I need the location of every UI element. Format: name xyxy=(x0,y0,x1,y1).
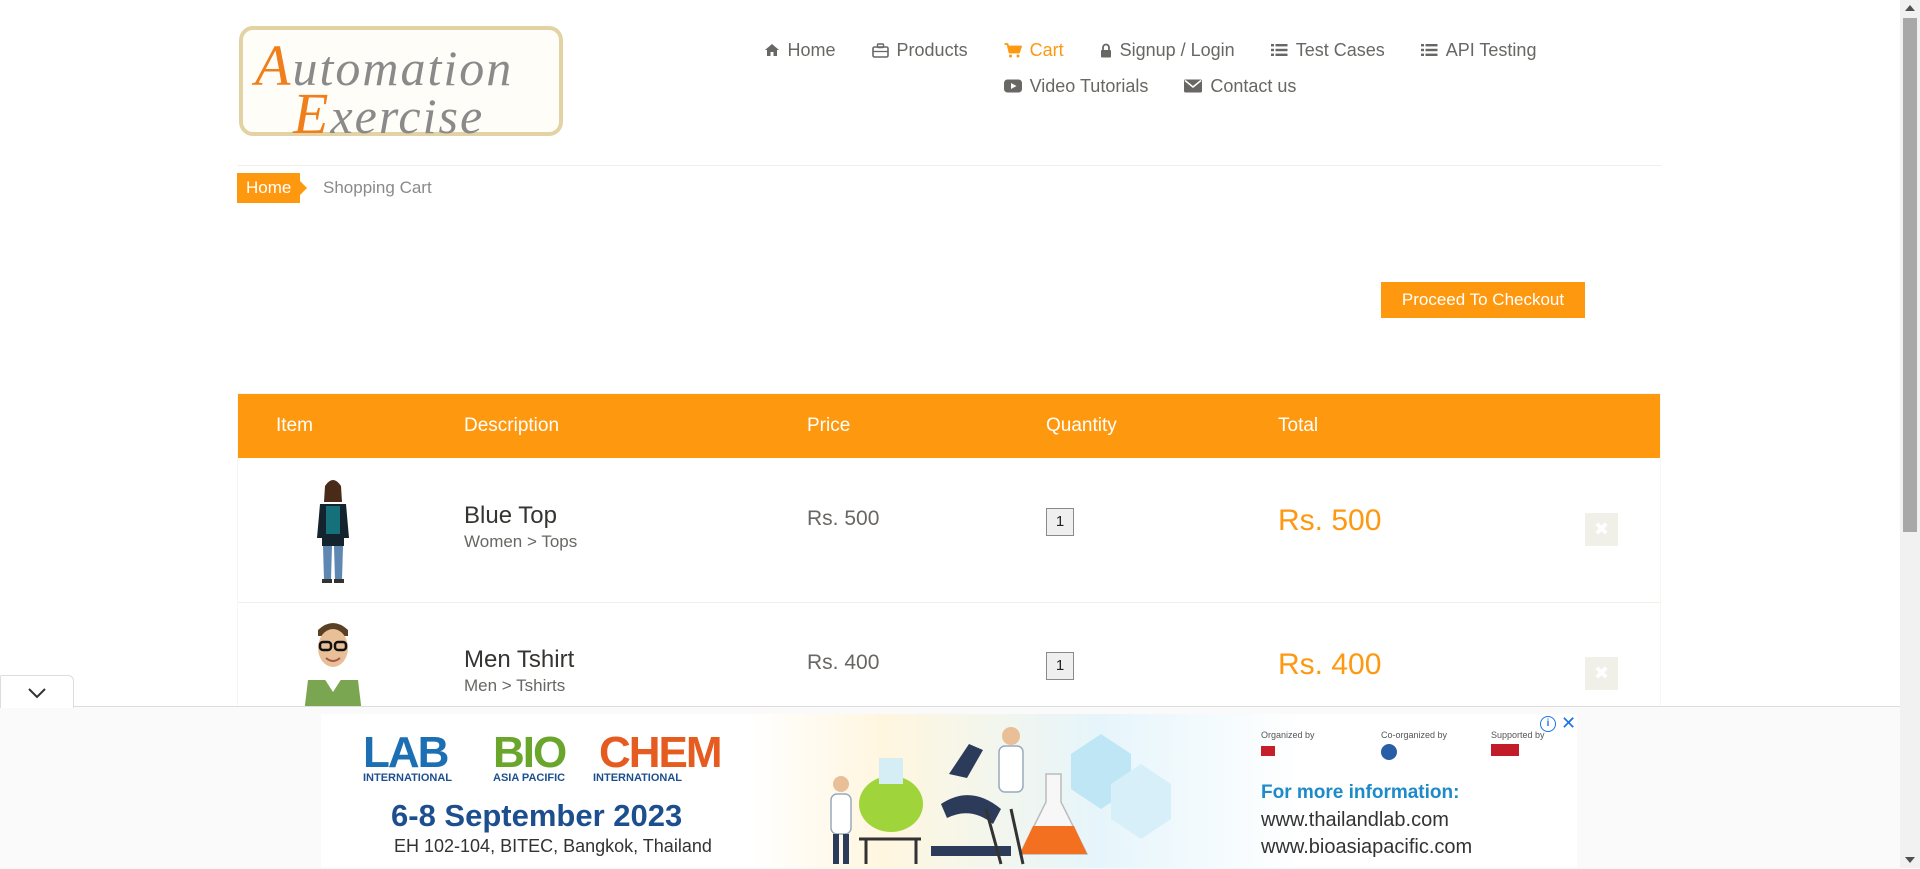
chevron-down-icon xyxy=(28,688,46,699)
ad-supporter-logo xyxy=(1491,744,1519,756)
ad-collapse-button[interactable] xyxy=(0,675,74,708)
nav-test-cases-label: Test Cases xyxy=(1295,39,1385,60)
header-quantity: Quantity xyxy=(1046,415,1117,436)
product-name-link[interactable]: Blue Top xyxy=(464,502,557,530)
nav-products[interactable]: Products xyxy=(871,36,968,64)
header-divider xyxy=(237,165,1661,166)
cart-table-header: Item Description Price Quantity Total xyxy=(238,394,1660,458)
page-scrollbar[interactable] xyxy=(1900,0,1920,868)
product-name-link[interactable]: Men Tshirt xyxy=(464,646,574,674)
list-icon xyxy=(1270,44,1288,56)
nav-contact-us-label: Contact us xyxy=(1210,75,1297,96)
nav-row-1: Home Products Cart Signup / Login Test C… xyxy=(740,36,1560,64)
nav-test-cases[interactable]: Test Cases xyxy=(1270,36,1385,64)
ad-organizer-logo xyxy=(1261,746,1275,756)
header-item: Item xyxy=(276,415,313,436)
nav-cart-label: Cart xyxy=(1029,39,1064,60)
product-total: Rs. 500 xyxy=(1278,504,1382,537)
ad-lab-logo: LAB xyxy=(363,728,449,777)
cart-row: Men Tshirt Men > Tshirts Rs. 400 1 Rs. 4… xyxy=(238,602,1660,709)
product-image-blue-top[interactable] xyxy=(298,476,368,586)
envelope-icon xyxy=(1184,79,1203,93)
nav-api-testing[interactable]: API Testing xyxy=(1420,36,1537,64)
breadcrumb-current: Shopping Cart xyxy=(323,178,432,197)
ad-info-icon[interactable]: i xyxy=(1540,716,1556,732)
cart-row: Blue Top Women > Tops Rs. 500 1 Rs. 500 … xyxy=(238,458,1660,603)
ad-chem-sub: INTERNATIONAL xyxy=(593,772,683,784)
ad-bio-sub: ASIA PACIFIC xyxy=(493,772,566,784)
nav-home[interactable]: Home xyxy=(764,36,836,64)
ad-lab-sub: INTERNATIONAL xyxy=(363,772,453,784)
ad-chem-logo: CHEM xyxy=(599,728,723,777)
product-image-men-tshirt[interactable] xyxy=(298,620,368,709)
home-icon xyxy=(764,44,779,56)
ad-more-info: For more information: xyxy=(1261,782,1460,803)
ad-bio-logo: BIO xyxy=(493,728,567,777)
scrollbar-thumb[interactable] xyxy=(1903,18,1917,532)
ad-url-thailandlab[interactable]: www.thailandlab.com xyxy=(1261,809,1449,832)
header-description: Description xyxy=(464,415,560,436)
nav-products-label: Products xyxy=(896,39,968,60)
nav-home-label: Home xyxy=(787,39,836,60)
lock-icon xyxy=(1100,43,1111,57)
nav-contact-us[interactable]: Contact us xyxy=(1184,72,1296,100)
nav-row-2: Video Tutorials Contact us xyxy=(740,72,1560,100)
scroll-up-arrow-icon[interactable] xyxy=(1905,5,1915,11)
ad-lab-illustration xyxy=(830,727,1171,865)
ad-close-icon[interactable]: ✕ xyxy=(1561,713,1576,734)
ad-url-bioasiapacific[interactable]: www.bioasiapacific.com xyxy=(1261,836,1472,859)
breadcrumb-home-link[interactable]: Home xyxy=(237,173,308,203)
delete-item-button[interactable]: ✖ xyxy=(1585,657,1618,690)
product-category: Women > Tops xyxy=(464,532,578,551)
product-price: Rs. 500 xyxy=(807,507,880,530)
proceed-to-checkout-button[interactable]: Proceed To Checkout xyxy=(1381,282,1585,318)
nav-video-tutorials-label: Video Tutorials xyxy=(1029,75,1149,96)
nav-video-tutorials[interactable]: Video Tutorials xyxy=(1003,72,1149,100)
ad-co-organized-by: Co-organized by xyxy=(1381,730,1448,740)
nav-signup-login-label: Signup / Login xyxy=(1119,39,1235,60)
product-category: Men > Tshirts xyxy=(464,676,566,695)
ad-organized-by: Organized by xyxy=(1261,730,1315,740)
ad-venue: EH 102-104, BITEC, Bangkok, Thailand xyxy=(394,836,712,856)
delete-item-button[interactable]: ✖ xyxy=(1585,513,1618,546)
product-price: Rs. 400 xyxy=(807,651,880,674)
nav-signup-login[interactable]: Signup / Login xyxy=(1100,36,1235,64)
quantity-box[interactable]: 1 xyxy=(1046,508,1074,536)
list-icon xyxy=(1420,44,1438,56)
ad-banner[interactable]: LAB INTERNATIONAL BIO ASIA PACIFIC CHEM … xyxy=(321,714,1577,868)
ad-dates: 6-8 September 2023 xyxy=(391,798,683,833)
main-nav: Home Products Cart Signup / Login Test C… xyxy=(740,36,1560,100)
ad-co-organizer-logo xyxy=(1381,744,1397,760)
youtube-play-icon xyxy=(1003,79,1022,93)
header-total: Total xyxy=(1278,415,1319,436)
header-price: Price xyxy=(807,415,851,436)
briefcase-icon xyxy=(871,42,889,58)
scroll-down-arrow-icon[interactable] xyxy=(1905,857,1915,863)
nav-api-testing-label: API Testing xyxy=(1445,39,1537,60)
logo-line-2: Exercise xyxy=(293,81,485,146)
nav-cart[interactable]: Cart xyxy=(1004,36,1064,64)
cart-table: Item Description Price Quantity Total Bl… xyxy=(237,393,1661,709)
cart-icon xyxy=(1004,42,1022,57)
site-logo[interactable]: Automation Exercise xyxy=(239,26,563,146)
product-total: Rs. 400 xyxy=(1278,648,1382,681)
quantity-box[interactable]: 1 xyxy=(1046,652,1074,680)
ad-supported-by: Supported by xyxy=(1491,730,1545,740)
